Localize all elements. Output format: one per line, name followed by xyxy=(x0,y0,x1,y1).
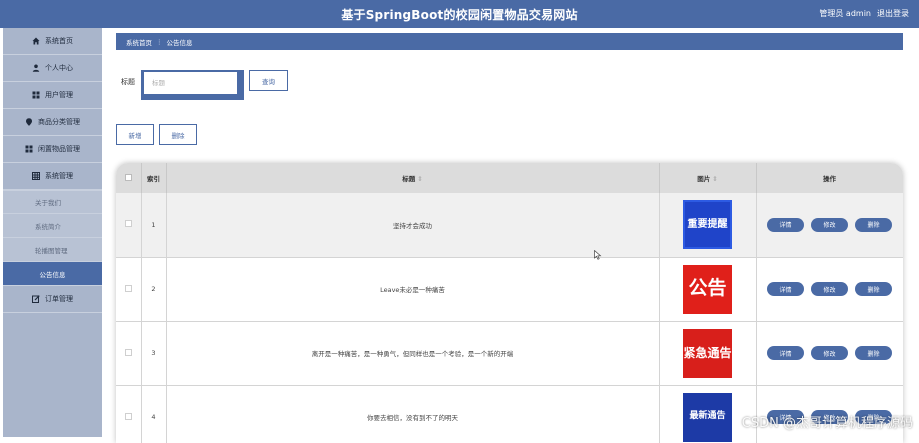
header-image-label: 图片 xyxy=(697,175,710,183)
grid-icon xyxy=(32,91,40,99)
notice-table: 索引 标题⇕ 图片⇕ 操作 1 坚持才会成功 重要提醒 详情 修改 删除 2 xyxy=(116,163,903,443)
detail-button[interactable]: 详情 xyxy=(767,346,804,360)
row-title: 坚持才会成功 xyxy=(166,193,659,257)
sidebar-item-label: 闲置物品管理 xyxy=(38,144,80,154)
row-title: Leave未必是一种痛苦 xyxy=(166,257,659,321)
header-title[interactable]: 标题⇕ xyxy=(166,163,659,193)
header-actions: 操作 xyxy=(756,163,903,193)
sidebar-item-orders[interactable]: 订单管理 xyxy=(3,286,102,313)
watermark: CSDN @杰哥计算机程序源码 xyxy=(742,412,913,431)
sidebar-item-users[interactable]: 用户管理 xyxy=(3,82,102,109)
row-image-cell: 公告 xyxy=(659,257,756,321)
notice-image: 最新通告 xyxy=(683,393,732,442)
add-button[interactable]: 新增 xyxy=(116,124,154,145)
notice-image: 公告 xyxy=(683,265,732,314)
table-icon xyxy=(32,172,40,180)
user-label: 管理员 admin xyxy=(819,8,871,19)
header-actions-label: 操作 xyxy=(823,175,836,183)
row-checkbox-cell xyxy=(116,321,141,385)
sidebar-item-label: 用户管理 xyxy=(45,90,73,100)
logout-link[interactable]: 退出登录 xyxy=(877,8,909,19)
breadcrumb: 系统首页 ⋮ 公告信息 xyxy=(116,33,903,50)
edit-button[interactable]: 修改 xyxy=(811,346,848,360)
breadcrumb-separator-icon: ⋮ xyxy=(156,38,163,46)
sidebar-item-idle-goods[interactable]: 闲置物品管理 xyxy=(3,136,102,163)
notice-image: 重要提醒 xyxy=(683,200,732,249)
row-checkbox[interactable] xyxy=(125,349,132,356)
search-label: 标题 xyxy=(121,77,135,87)
delete-button[interactable]: 删除 xyxy=(159,124,197,145)
sidebar-subitem-carousel[interactable]: 轮播图管理 xyxy=(3,238,102,262)
sidebar-item-label: 商品分类管理 xyxy=(38,117,80,127)
row-delete-button[interactable]: 删除 xyxy=(855,346,892,360)
table-row: 2 Leave未必是一种痛苦 公告 详情 修改 删除 xyxy=(116,257,903,321)
sidebar-item-label: 系统管理 xyxy=(45,171,73,181)
user-icon xyxy=(32,64,40,72)
sidebar-item-profile[interactable]: 个人中心 xyxy=(3,55,102,82)
sidebar-item-home[interactable]: 系统首页 xyxy=(3,28,102,55)
table-row: 1 坚持才会成功 重要提醒 详情 修改 删除 xyxy=(116,193,903,257)
table-header-row: 索引 标题⇕ 图片⇕ 操作 xyxy=(116,163,903,193)
breadcrumb-home[interactable]: 系统首页 xyxy=(126,37,152,47)
sidebar-subitem-label: 公告信息 xyxy=(40,269,66,279)
sidebar-subitem-intro[interactable]: 系统简介 xyxy=(3,214,102,238)
row-delete-button[interactable]: 删除 xyxy=(855,282,892,296)
sidebar-item-category[interactable]: 商品分类管理 xyxy=(3,109,102,136)
sidebar-subitem-label: 轮播图管理 xyxy=(35,245,68,255)
search-box xyxy=(141,70,244,100)
search-input[interactable] xyxy=(144,72,237,94)
detail-button[interactable]: 详情 xyxy=(767,218,804,232)
detail-button[interactable]: 详情 xyxy=(767,282,804,296)
row-title: 你要去相信，没有到不了的明天 xyxy=(166,385,659,443)
notice-image: 紧急通告 xyxy=(683,329,732,378)
row-checkbox-cell xyxy=(116,385,141,443)
row-checkbox-cell xyxy=(116,193,141,257)
row-checkbox[interactable] xyxy=(125,220,132,227)
header-title-label: 标题 xyxy=(402,175,415,183)
sort-icon[interactable]: ⇕ xyxy=(712,175,717,183)
row-title: 离开是一种痛苦，是一种勇气，但同样也是一个考验，是一个新的开端 xyxy=(166,321,659,385)
sidebar-item-system[interactable]: 系统管理 xyxy=(3,163,102,190)
top-right-actions: 管理员 admin 退出登录 xyxy=(819,8,909,19)
header-image[interactable]: 图片⇕ xyxy=(659,163,756,193)
sidebar-subitem-notice[interactable]: 公告信息 xyxy=(3,262,102,286)
row-actions: 详情 修改 删除 xyxy=(756,321,903,385)
row-checkbox[interactable] xyxy=(125,285,132,292)
row-index: 1 xyxy=(141,193,166,257)
search-button[interactable]: 查询 xyxy=(249,70,288,91)
row-index: 3 xyxy=(141,321,166,385)
mouse-cursor-icon xyxy=(594,250,602,260)
sidebar-item-label: 系统首页 xyxy=(45,36,73,46)
row-image-cell: 紧急通告 xyxy=(659,321,756,385)
row-checkbox-cell xyxy=(116,257,141,321)
sidebar-subitem-about[interactable]: 关于我们 xyxy=(3,190,102,214)
sidebar-item-label: 订单管理 xyxy=(45,294,73,304)
row-index: 4 xyxy=(141,385,166,443)
top-bar: 基于SpringBoot的校园闲置物品交易网站 管理员 admin 退出登录 xyxy=(0,0,919,28)
table-row: 3 离开是一种痛苦，是一种勇气，但同样也是一个考验，是一个新的开端 紧急通告 详… xyxy=(116,321,903,385)
row-actions: 详情 修改 删除 xyxy=(756,193,903,257)
header-index-label: 索引 xyxy=(147,175,160,183)
grid-icon xyxy=(25,145,33,153)
pin-icon xyxy=(25,118,33,126)
home-icon xyxy=(32,37,40,45)
site-title: 基于SpringBoot的校园闲置物品交易网站 xyxy=(0,6,919,23)
edit-button[interactable]: 修改 xyxy=(811,282,848,296)
sidebar: 系统首页 个人中心 用户管理 商品分类管理 闲置物品管理 系统管理 关于我们 系… xyxy=(3,28,102,437)
header-index: 索引 xyxy=(141,163,166,193)
edit-button[interactable]: 修改 xyxy=(811,218,848,232)
row-checkbox[interactable] xyxy=(125,413,132,420)
select-all-cell xyxy=(116,163,141,193)
row-actions: 详情 修改 删除 xyxy=(756,257,903,321)
select-all-checkbox[interactable] xyxy=(125,174,132,181)
row-delete-button[interactable]: 删除 xyxy=(855,218,892,232)
sidebar-subitem-label: 系统简介 xyxy=(35,221,61,231)
sort-icon[interactable]: ⇕ xyxy=(417,175,422,183)
row-image-cell: 重要提醒 xyxy=(659,193,756,257)
row-index: 2 xyxy=(141,257,166,321)
edit-icon xyxy=(32,295,40,303)
breadcrumb-current: 公告信息 xyxy=(167,37,193,47)
sidebar-subitem-label: 关于我们 xyxy=(35,197,61,207)
sidebar-item-label: 个人中心 xyxy=(45,63,73,73)
